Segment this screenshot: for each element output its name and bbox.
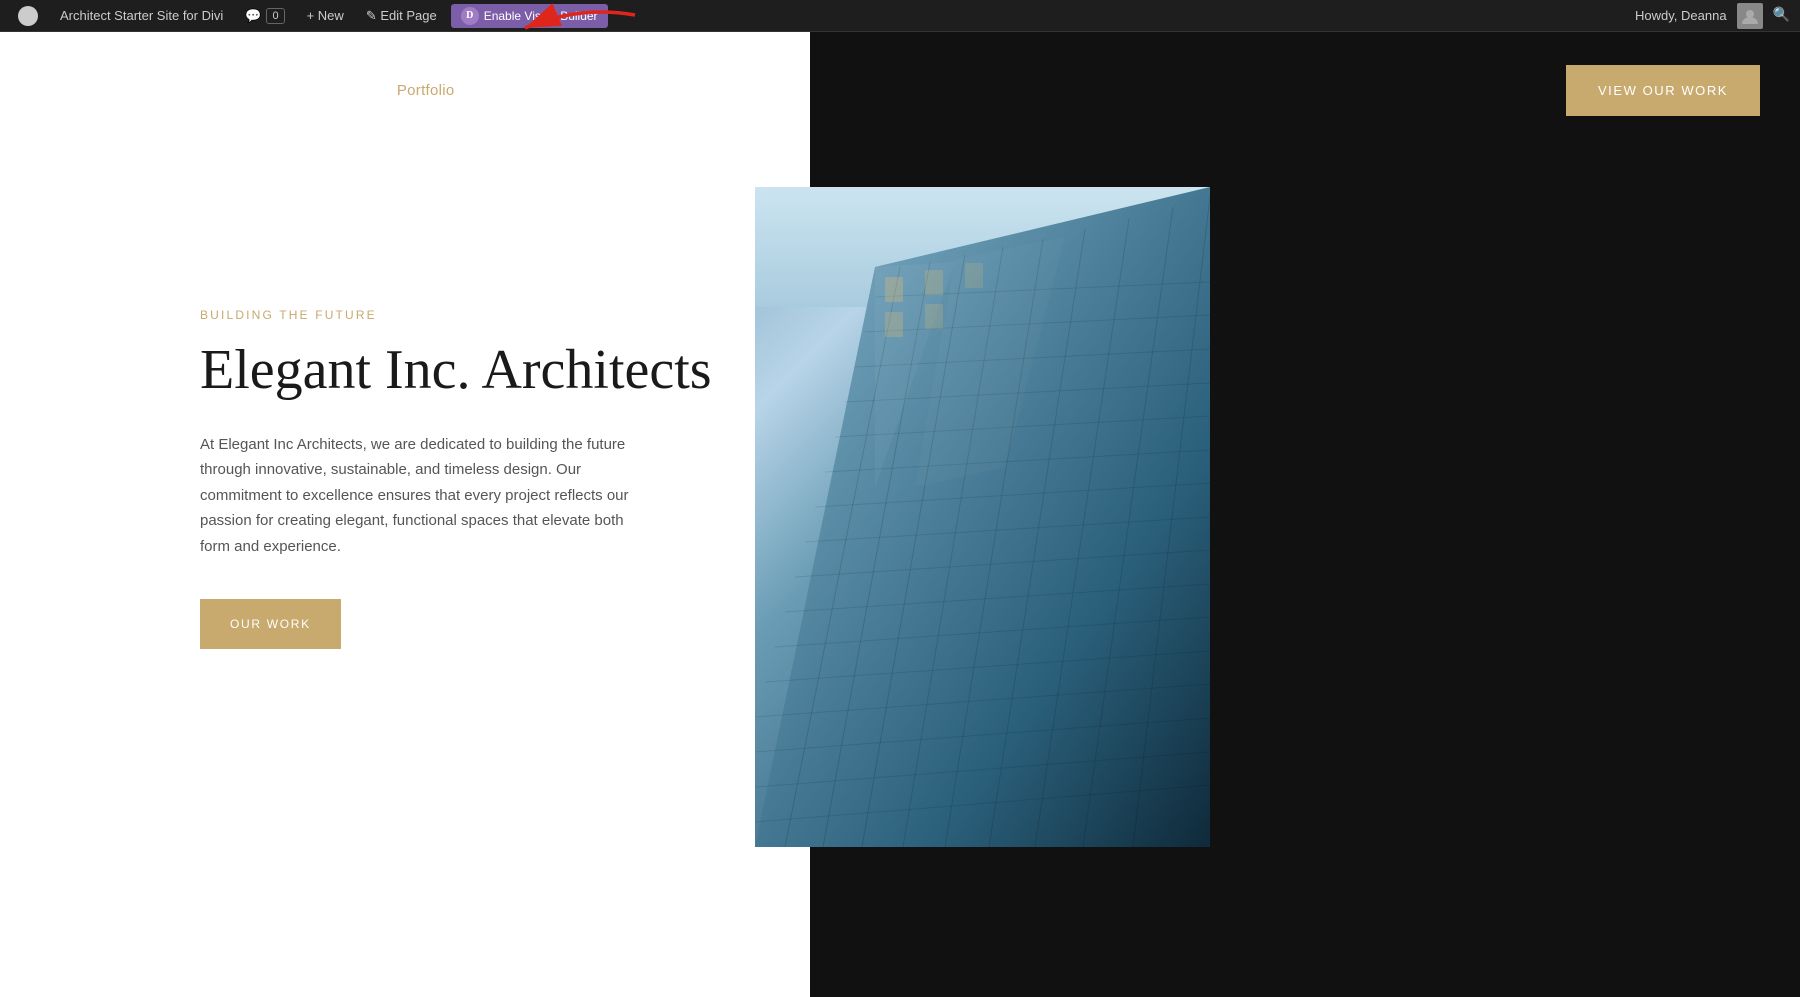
site-logo[interactable]: D	[40, 55, 110, 125]
nav-contact[interactable]: Contact	[640, 82, 694, 99]
howdy-text: Howdy, Deanna	[1635, 8, 1727, 23]
edit-page-button[interactable]: ✎ Edit Page	[358, 0, 445, 32]
our-work-button[interactable]: OUR WORK	[200, 599, 341, 649]
nav-services[interactable]: Services	[302, 82, 362, 99]
building-svg	[755, 187, 1210, 847]
wordpress-logo	[18, 6, 38, 26]
site-name-label: Architect Starter Site for Divi	[60, 8, 223, 23]
site-name-item[interactable]: Architect Starter Site for Divi	[52, 0, 231, 32]
view-our-work-button[interactable]: VIEW OUR WORK	[1566, 65, 1760, 116]
user-avatar[interactable]	[1737, 3, 1763, 29]
comment-item[interactable]: 💬 0	[237, 0, 292, 32]
building-image	[755, 187, 1210, 847]
main-navigation: Home About Services Portfolio Project Bl…	[150, 80, 1566, 100]
nav-about[interactable]: About	[226, 82, 267, 99]
hero-body: At Elegant Inc Architects, we are dedica…	[200, 432, 630, 560]
nav-search-icon[interactable]: ⚬	[733, 80, 746, 100]
nav-portfolio[interactable]: Portfolio	[397, 82, 455, 99]
nav-project[interactable]: Project	[490, 82, 539, 99]
site-header: D Home About Services Portfolio Project …	[0, 32, 1800, 148]
admin-bar-right: Howdy, Deanna 🔍	[1635, 3, 1790, 29]
visual-builder-label: Enable Visual Builder	[484, 9, 598, 23]
nav-blog[interactable]: Blog	[573, 82, 604, 99]
wp-logo-item[interactable]	[10, 0, 46, 32]
site-wrapper: D Home About Services Portfolio Project …	[0, 32, 1800, 997]
new-button[interactable]: + New	[299, 0, 352, 32]
admin-bar: Architect Starter Site for Divi 💬 0 + Ne…	[0, 0, 1800, 32]
divi-icon: D	[461, 7, 479, 25]
comment-icon: 💬	[245, 8, 261, 24]
enable-visual-builder-button[interactable]: D Enable Visual Builder	[451, 4, 608, 28]
hero-title: Elegant Inc. Architects	[200, 340, 750, 402]
admin-search-icon[interactable]: 🔍	[1773, 7, 1790, 24]
comment-count: 0	[266, 8, 284, 24]
hero-subtitle: BUILDING THE FUTURE	[200, 308, 750, 322]
hero-section: BUILDING THE FUTURE Elegant Inc. Archite…	[0, 148, 810, 649]
nav-home[interactable]: Home	[150, 82, 191, 99]
